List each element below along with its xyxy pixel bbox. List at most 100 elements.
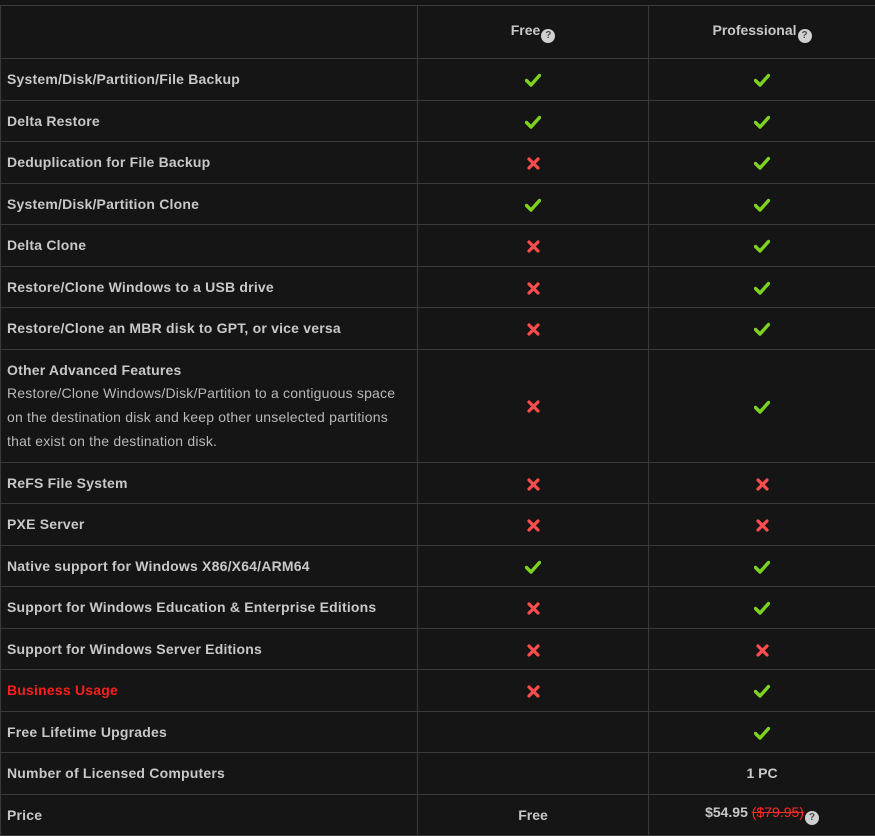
professional-cell [649, 100, 875, 142]
feature-name: Support for Windows Education & Enterpri… [7, 596, 411, 618]
feature-cell: Free Lifetime Upgrades [1, 711, 418, 753]
cross-icon [527, 644, 540, 657]
cross-icon [756, 644, 769, 657]
header-row: Free? Professional? [1, 6, 875, 59]
feature-cell: PXE Server [1, 504, 418, 546]
professional-cell [649, 504, 875, 546]
professional-cell [649, 462, 875, 504]
header-pro-label: Professional [712, 22, 796, 38]
feature-name: Delta Restore [7, 110, 411, 132]
feature-name: Restore/Clone an MBR disk to GPT, or vic… [7, 317, 411, 339]
check-icon [754, 400, 770, 414]
price-label: Price [1, 794, 418, 836]
cross-icon [527, 282, 540, 295]
table-row: Support for Windows Education & Enterpri… [1, 587, 875, 629]
free-cell [418, 587, 649, 629]
professional-cell [649, 349, 875, 462]
cross-icon [756, 478, 769, 491]
professional-cell [649, 711, 875, 753]
edition-comparison-table: Free? Professional? System/Disk/Partitio… [0, 5, 875, 836]
cross-icon [527, 400, 540, 413]
free-cell [418, 266, 649, 308]
professional-cell [649, 670, 875, 712]
price-pro-current: $54.95 [705, 804, 748, 820]
check-icon [525, 560, 541, 574]
check-icon [754, 560, 770, 574]
free-cell [418, 462, 649, 504]
check-icon [754, 156, 770, 170]
feature-name: Restore/Clone Windows to a USB drive [7, 276, 411, 298]
professional-cell [649, 142, 875, 184]
feature-rows: System/Disk/Partition/File Backup Delta R… [1, 59, 875, 795]
feature-description: Restore/Clone Windows/Disk/Partition to … [7, 381, 411, 453]
feature-name: Delta Clone [7, 234, 411, 256]
check-icon [754, 198, 770, 212]
professional-cell [649, 628, 875, 670]
table-row: Delta Restore [1, 100, 875, 142]
feature-cell: Delta Clone [1, 225, 418, 267]
feature-name: PXE Server [7, 513, 411, 535]
feature-cell: ReFS File System [1, 462, 418, 504]
table-row: System/Disk/Partition Clone [1, 183, 875, 225]
help-icon[interactable]: ? [541, 29, 555, 43]
table-row: Support for Windows Server Editions [1, 628, 875, 670]
feature-name: Support for Windows Server Editions [7, 638, 411, 660]
cross-icon [527, 602, 540, 615]
table-row: PXE Server [1, 504, 875, 546]
header-free-label: Free [511, 22, 541, 38]
free-cell [418, 225, 649, 267]
check-icon [754, 726, 770, 740]
feature-cell: Delta Restore [1, 100, 418, 142]
table-row: Number of Licensed Computers 1 PC [1, 753, 875, 795]
price-row: Price Free $54.95 ($79.95)? [1, 794, 875, 836]
table-row: Other Advanced FeaturesRestore/Clone Win… [1, 349, 875, 462]
feature-cell: Restore/Clone an MBR disk to GPT, or vic… [1, 308, 418, 350]
feature-cell: Business Usage [1, 670, 418, 712]
free-cell [418, 349, 649, 462]
feature-name: System/Disk/Partition Clone [7, 193, 411, 215]
professional-cell [649, 545, 875, 587]
free-cell [418, 670, 649, 712]
feature-name: Business Usage [7, 679, 411, 701]
header-free: Free? [418, 6, 649, 59]
feature-name: ReFS File System [7, 472, 411, 494]
feature-cell: Restore/Clone Windows to a USB drive [1, 266, 418, 308]
feature-name: Native support for Windows X86/X64/ARM64 [7, 555, 411, 577]
feature-cell: Other Advanced FeaturesRestore/Clone Win… [1, 349, 418, 462]
cross-icon [527, 478, 540, 491]
professional-cell [649, 183, 875, 225]
check-icon [754, 322, 770, 336]
table-row: Business Usage [1, 670, 875, 712]
check-icon [525, 73, 541, 87]
table-row: Restore/Clone an MBR disk to GPT, or vic… [1, 308, 875, 350]
cross-icon [756, 519, 769, 532]
table-row: Native support for Windows X86/X64/ARM64 [1, 545, 875, 587]
professional-cell: 1 PC [649, 753, 875, 795]
free-cell [418, 183, 649, 225]
header-professional: Professional? [649, 6, 875, 59]
table-row: Delta Clone [1, 225, 875, 267]
table-row: Free Lifetime Upgrades [1, 711, 875, 753]
table-row: ReFS File System [1, 462, 875, 504]
feature-cell: Support for Windows Education & Enterpri… [1, 587, 418, 629]
check-icon [525, 115, 541, 129]
licensed-computers-value: 1 PC [746, 765, 777, 781]
free-cell [418, 753, 649, 795]
feature-cell: System/Disk/Partition/File Backup [1, 59, 418, 101]
feature-cell: System/Disk/Partition Clone [1, 183, 418, 225]
free-cell [418, 711, 649, 753]
feature-name: Other Advanced Features [7, 359, 411, 381]
free-cell [418, 504, 649, 546]
cross-icon [527, 240, 540, 253]
free-cell [418, 628, 649, 670]
header-feature-cell [1, 6, 418, 59]
free-cell [418, 545, 649, 587]
help-icon[interactable]: ? [798, 29, 812, 43]
feature-cell: Support for Windows Server Editions [1, 628, 418, 670]
help-icon[interactable]: ? [805, 811, 819, 825]
cross-icon [527, 685, 540, 698]
feature-name: Number of Licensed Computers [7, 762, 411, 784]
cross-icon [527, 157, 540, 170]
check-icon [754, 115, 770, 129]
check-icon [525, 198, 541, 212]
